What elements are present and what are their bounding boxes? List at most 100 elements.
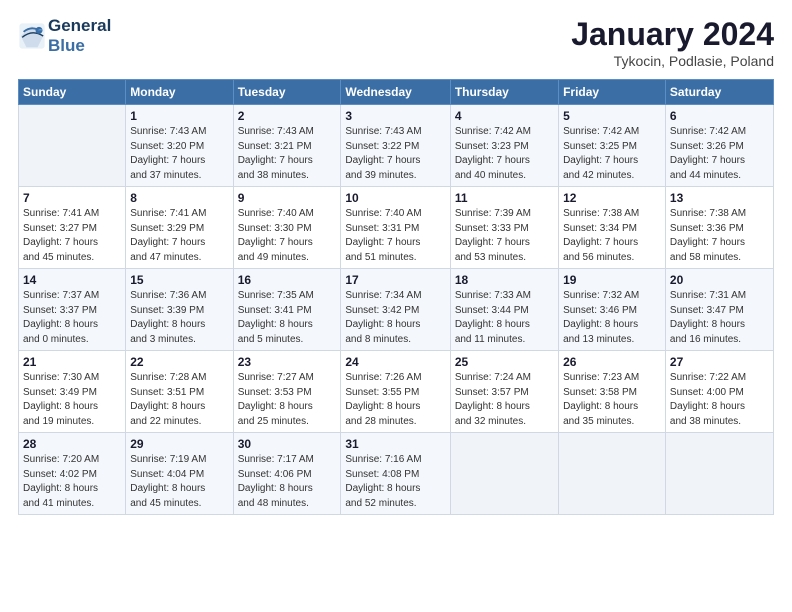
calendar-cell: 25 Sunrise: 7:24 AM Sunset: 3:57 PM Dayli… bbox=[450, 351, 558, 433]
day-number: 12 bbox=[563, 191, 661, 205]
calendar-cell: 2 Sunrise: 7:43 AM Sunset: 3:21 PM Daylig… bbox=[233, 105, 341, 187]
day-number: 31 bbox=[345, 437, 445, 451]
day-number: 7 bbox=[23, 191, 121, 205]
day-number: 25 bbox=[455, 355, 554, 369]
day-header-monday: Monday bbox=[126, 80, 233, 105]
calendar-cell: 19 Sunrise: 7:32 AM Sunset: 3:46 PM Dayli… bbox=[559, 269, 666, 351]
day-info: Sunrise: 7:17 AM Sunset: 4:06 PM Dayligh… bbox=[238, 453, 337, 511]
calendar-week-4: 28 Sunrise: 7:20 AM Sunset: 4:02 PM Dayli… bbox=[19, 433, 774, 515]
day-header-wednesday: Wednesday bbox=[341, 80, 450, 105]
day-header-friday: Friday bbox=[559, 80, 666, 105]
day-number: 16 bbox=[238, 273, 337, 287]
calendar-week-1: 7Sunrise: 7:41 AM Sunset: 3:27 PM Daylig… bbox=[19, 187, 774, 269]
calendar-cell: 16 Sunrise: 7:35 AM Sunset: 3:41 PM Dayli… bbox=[233, 269, 341, 351]
day-number: 18 bbox=[455, 273, 554, 287]
day-info: Sunrise: 7:40 AM Sunset: 3:31 PM Dayligh… bbox=[345, 207, 445, 265]
day-info: Sunrise: 7:34 AM Sunset: 3:42 PM Dayligh… bbox=[345, 289, 445, 347]
day-info: Sunrise: 7:43 AM Sunset: 3:20 PM Dayligh… bbox=[130, 125, 228, 183]
day-info: Sunrise: 7:31 AM Sunset: 3:47 PM Dayligh… bbox=[670, 289, 769, 347]
calendar-cell bbox=[559, 433, 666, 515]
calendar-cell bbox=[665, 433, 773, 515]
day-number: 30 bbox=[238, 437, 337, 451]
day-number: 27 bbox=[670, 355, 769, 369]
calendar-cell: 4 Sunrise: 7:42 AM Sunset: 3:23 PM Daylig… bbox=[450, 105, 558, 187]
day-number: 5 bbox=[563, 109, 661, 123]
calendar-cell: 15 Sunrise: 7:36 AM Sunset: 3:39 PM Dayli… bbox=[126, 269, 233, 351]
day-number: 11 bbox=[455, 191, 554, 205]
day-info: Sunrise: 7:33 AM Sunset: 3:44 PM Dayligh… bbox=[455, 289, 554, 347]
day-info: Sunrise: 7:22 AM Sunset: 4:00 PM Dayligh… bbox=[670, 371, 769, 429]
calendar-cell: 23Sunrise: 7:27 AM Sunset: 3:53 PM Dayli… bbox=[233, 351, 341, 433]
day-info: Sunrise: 7:27 AM Sunset: 3:53 PM Dayligh… bbox=[238, 371, 337, 429]
day-info: Sunrise: 7:36 AM Sunset: 3:39 PM Dayligh… bbox=[130, 289, 228, 347]
day-number: 3 bbox=[345, 109, 445, 123]
day-info: Sunrise: 7:42 AM Sunset: 3:26 PM Dayligh… bbox=[670, 125, 769, 183]
calendar-cell: 12 Sunrise: 7:38 AM Sunset: 3:34 PM Dayli… bbox=[559, 187, 666, 269]
day-info: Sunrise: 7:40 AM Sunset: 3:30 PM Dayligh… bbox=[238, 207, 337, 265]
calendar-cell: 6 Sunrise: 7:42 AM Sunset: 3:26 PM Daylig… bbox=[665, 105, 773, 187]
day-number: 4 bbox=[455, 109, 554, 123]
calendar-header-row: SundayMondayTuesdayWednesdayThursdayFrid… bbox=[19, 80, 774, 105]
calendar-cell: 5Sunrise: 7:42 AM Sunset: 3:25 PM Daylig… bbox=[559, 105, 666, 187]
calendar-cell: 22 Sunrise: 7:28 AM Sunset: 3:51 PM Dayli… bbox=[126, 351, 233, 433]
day-number: 29 bbox=[130, 437, 228, 451]
logo-icon bbox=[18, 22, 46, 50]
day-header-sunday: Sunday bbox=[19, 80, 126, 105]
day-info: Sunrise: 7:37 AM Sunset: 3:37 PM Dayligh… bbox=[23, 289, 121, 347]
day-number: 26 bbox=[563, 355, 661, 369]
calendar-cell: 7Sunrise: 7:41 AM Sunset: 3:27 PM Daylig… bbox=[19, 187, 126, 269]
calendar-cell: 28 Sunrise: 7:20 AM Sunset: 4:02 PM Dayli… bbox=[19, 433, 126, 515]
day-number: 2 bbox=[238, 109, 337, 123]
day-header-saturday: Saturday bbox=[665, 80, 773, 105]
day-number: 8 bbox=[130, 191, 228, 205]
calendar-cell: 21Sunrise: 7:30 AM Sunset: 3:49 PM Dayli… bbox=[19, 351, 126, 433]
day-number: 1 bbox=[130, 109, 228, 123]
day-number: 28 bbox=[23, 437, 121, 451]
day-info: Sunrise: 7:35 AM Sunset: 3:41 PM Dayligh… bbox=[238, 289, 337, 347]
day-info: Sunrise: 7:43 AM Sunset: 3:22 PM Dayligh… bbox=[345, 125, 445, 183]
day-header-thursday: Thursday bbox=[450, 80, 558, 105]
calendar-cell: 24 Sunrise: 7:26 AM Sunset: 3:55 PM Dayli… bbox=[341, 351, 450, 433]
day-number: 21 bbox=[23, 355, 121, 369]
day-header-tuesday: Tuesday bbox=[233, 80, 341, 105]
day-info: Sunrise: 7:19 AM Sunset: 4:04 PM Dayligh… bbox=[130, 453, 228, 511]
day-info: Sunrise: 7:16 AM Sunset: 4:08 PM Dayligh… bbox=[345, 453, 445, 511]
calendar-cell: 31 Sunrise: 7:16 AM Sunset: 4:08 PM Dayli… bbox=[341, 433, 450, 515]
day-number: 20 bbox=[670, 273, 769, 287]
calendar-cell: 3 Sunrise: 7:43 AM Sunset: 3:22 PM Daylig… bbox=[341, 105, 450, 187]
day-info: Sunrise: 7:38 AM Sunset: 3:34 PM Dayligh… bbox=[563, 207, 661, 265]
day-info: Sunrise: 7:41 AM Sunset: 3:29 PM Dayligh… bbox=[130, 207, 228, 265]
day-info: Sunrise: 7:32 AM Sunset: 3:46 PM Dayligh… bbox=[563, 289, 661, 347]
day-number: 24 bbox=[345, 355, 445, 369]
day-info: Sunrise: 7:23 AM Sunset: 3:58 PM Dayligh… bbox=[563, 371, 661, 429]
day-info: Sunrise: 7:24 AM Sunset: 3:57 PM Dayligh… bbox=[455, 371, 554, 429]
day-info: Sunrise: 7:42 AM Sunset: 3:23 PM Dayligh… bbox=[455, 125, 554, 183]
day-info: Sunrise: 7:20 AM Sunset: 4:02 PM Dayligh… bbox=[23, 453, 121, 511]
calendar-cell: 26 Sunrise: 7:23 AM Sunset: 3:58 PM Dayli… bbox=[559, 351, 666, 433]
day-info: Sunrise: 7:28 AM Sunset: 3:51 PM Dayligh… bbox=[130, 371, 228, 429]
calendar-week-0: 1 Sunrise: 7:43 AM Sunset: 3:20 PM Daylig… bbox=[19, 105, 774, 187]
day-number: 19 bbox=[563, 273, 661, 287]
calendar-cell: 1 Sunrise: 7:43 AM Sunset: 3:20 PM Daylig… bbox=[126, 105, 233, 187]
day-number: 22 bbox=[130, 355, 228, 369]
day-info: Sunrise: 7:43 AM Sunset: 3:21 PM Dayligh… bbox=[238, 125, 337, 183]
calendar-cell: 11 Sunrise: 7:39 AM Sunset: 3:33 PM Dayli… bbox=[450, 187, 558, 269]
day-info: Sunrise: 7:39 AM Sunset: 3:33 PM Dayligh… bbox=[455, 207, 554, 265]
calendar-cell: 18 Sunrise: 7:33 AM Sunset: 3:44 PM Dayli… bbox=[450, 269, 558, 351]
month-title: January 2024 bbox=[571, 16, 774, 53]
calendar-cell bbox=[19, 105, 126, 187]
day-info: Sunrise: 7:26 AM Sunset: 3:55 PM Dayligh… bbox=[345, 371, 445, 429]
calendar-cell: 14 Sunrise: 7:37 AM Sunset: 3:37 PM Dayli… bbox=[19, 269, 126, 351]
day-number: 17 bbox=[345, 273, 445, 287]
calendar-cell: 20 Sunrise: 7:31 AM Sunset: 3:47 PM Dayli… bbox=[665, 269, 773, 351]
calendar-week-3: 21Sunrise: 7:30 AM Sunset: 3:49 PM Dayli… bbox=[19, 351, 774, 433]
day-number: 15 bbox=[130, 273, 228, 287]
day-number: 6 bbox=[670, 109, 769, 123]
day-number: 9 bbox=[238, 191, 337, 205]
header: General Blue January 2024 Tykocin, Podla… bbox=[18, 16, 774, 69]
calendar-cell: 17 Sunrise: 7:34 AM Sunset: 3:42 PM Dayli… bbox=[341, 269, 450, 351]
calendar-cell bbox=[450, 433, 558, 515]
day-number: 14 bbox=[23, 273, 121, 287]
calendar-cell: 9 Sunrise: 7:40 AM Sunset: 3:30 PM Daylig… bbox=[233, 187, 341, 269]
page: General Blue January 2024 Tykocin, Podla… bbox=[0, 0, 792, 612]
